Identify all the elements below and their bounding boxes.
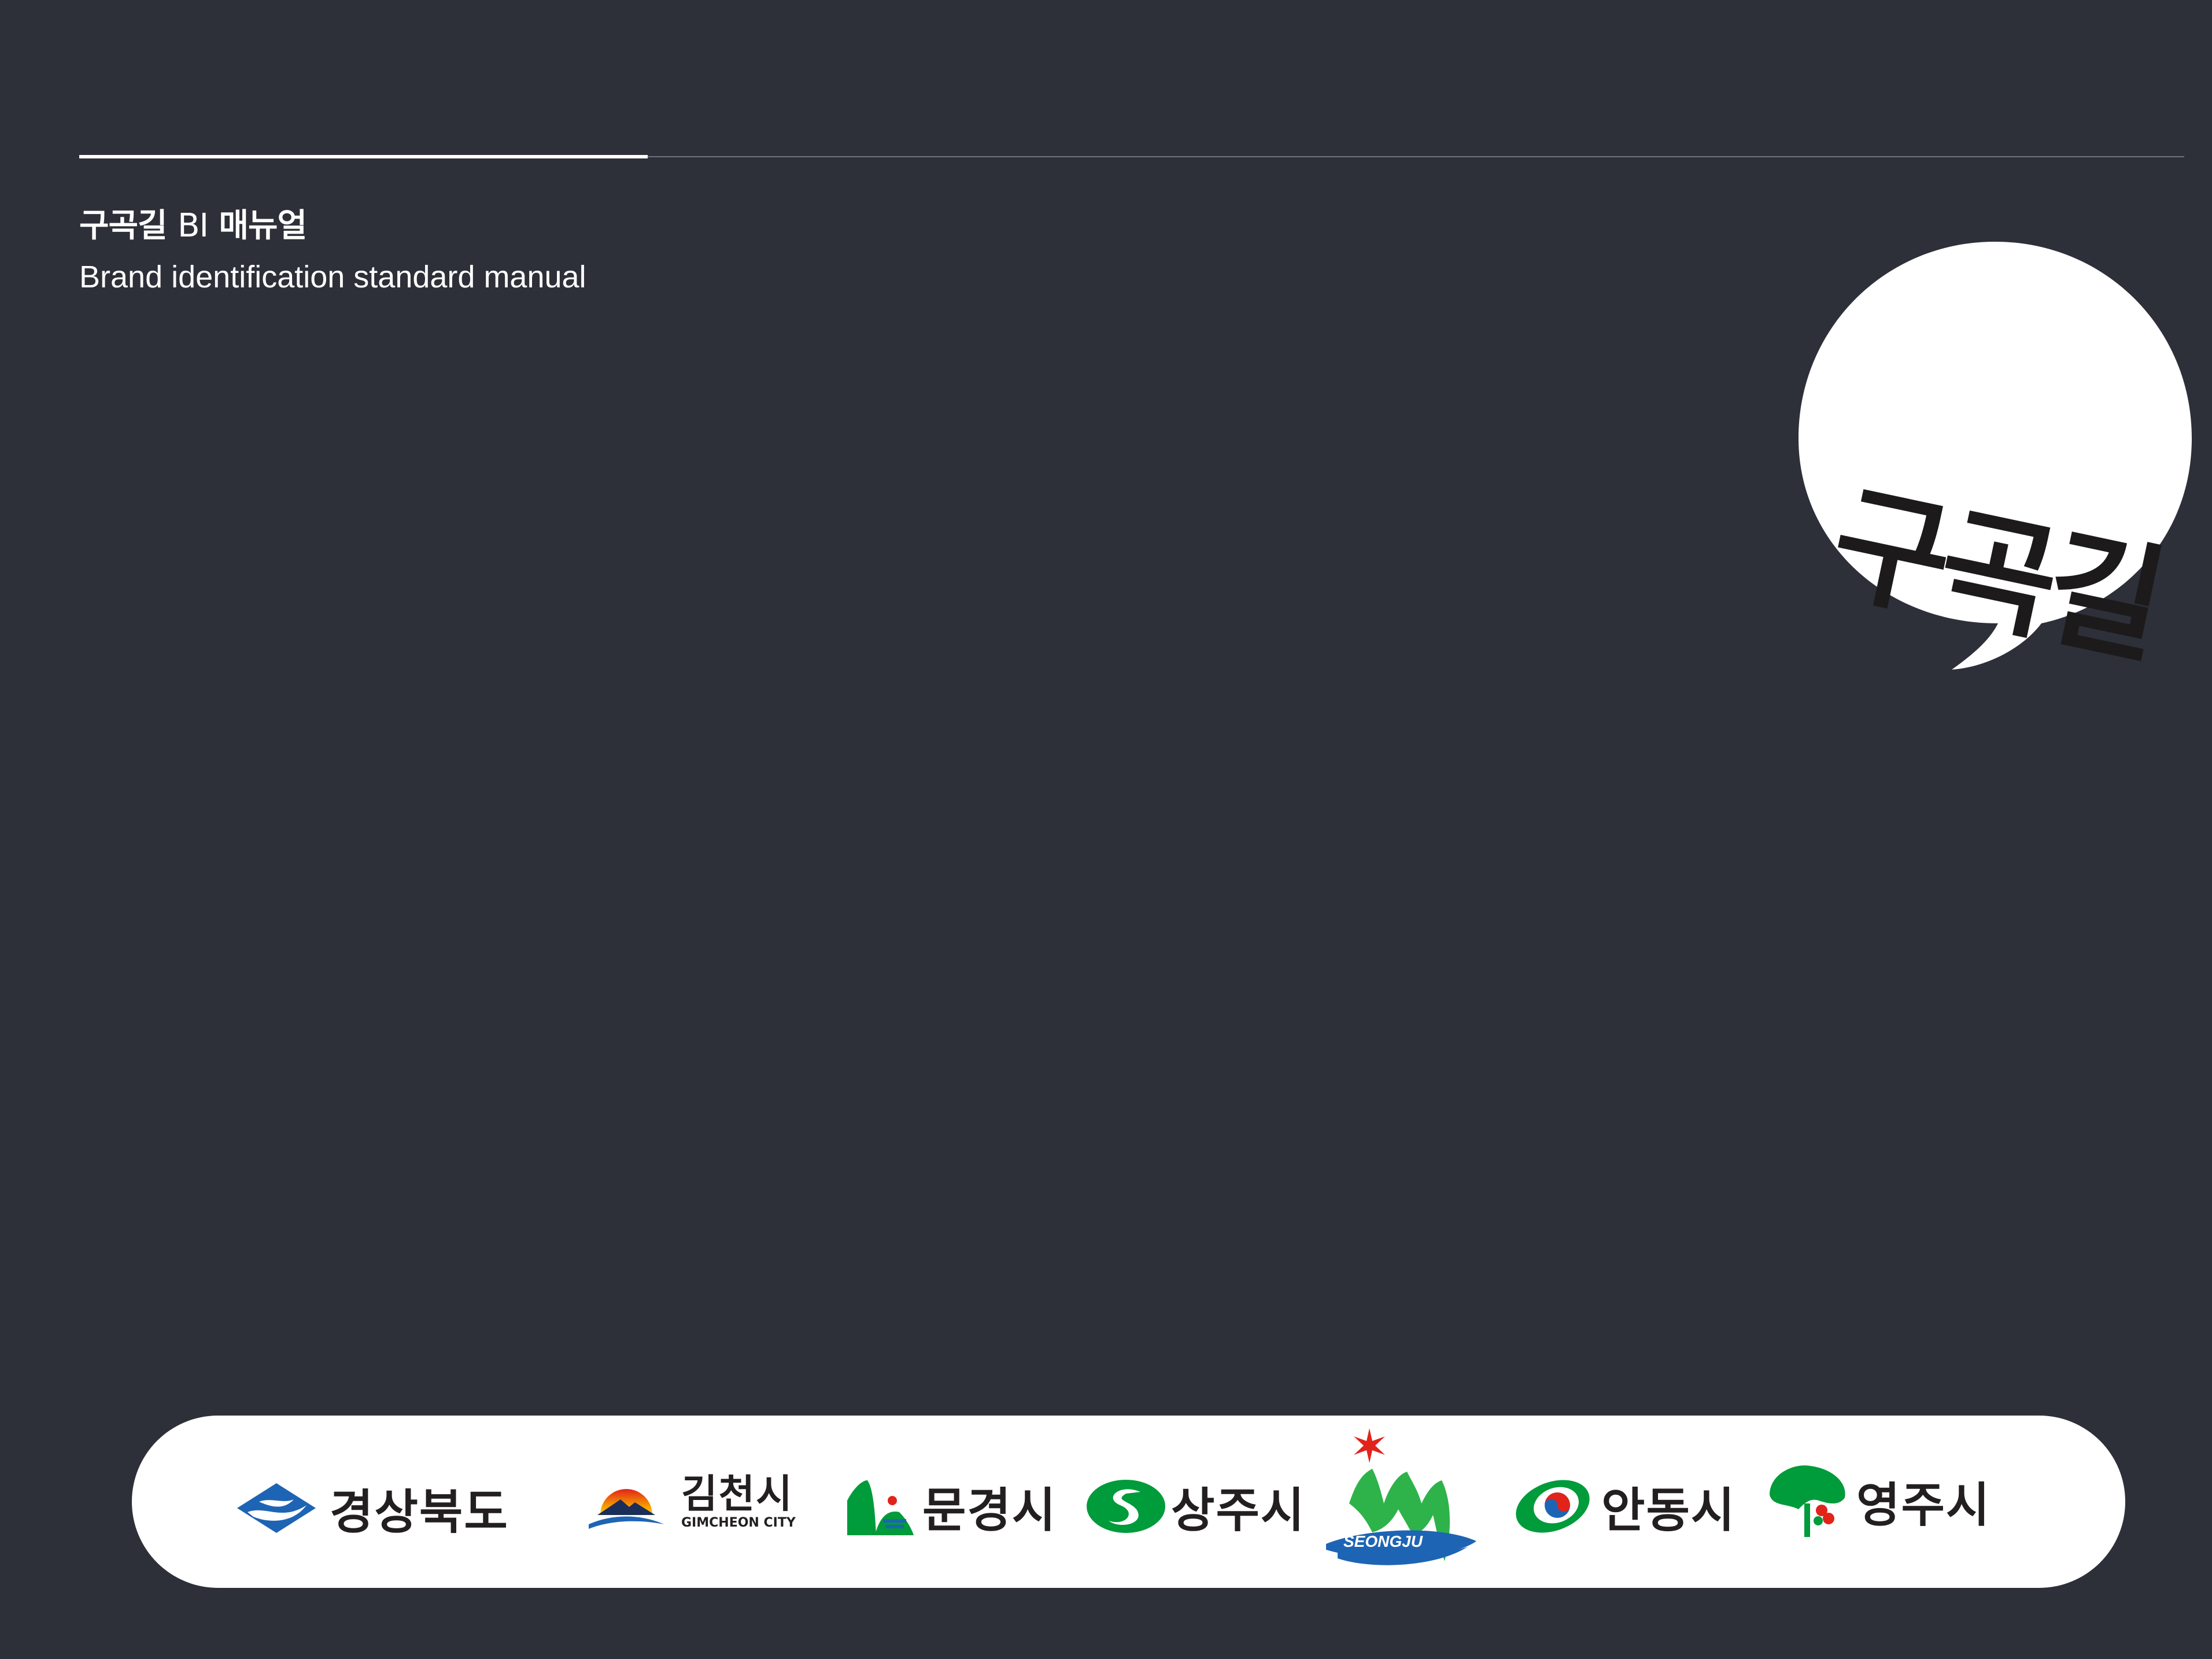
logo-andong-text: 안동시 <box>1601 1483 1736 1538</box>
logo-andong: 안동시 <box>1512 1472 1735 1540</box>
logo-mungyeong: 문경시 <box>847 1472 1057 1540</box>
logo-sangju: 상주시 <box>1085 1472 1305 1540</box>
yeongju-tree-icon <box>1770 1465 1845 1537</box>
page-title: 구곡길 BI 매뉴얼 <box>79 199 307 246</box>
logo-seongju: SEONGJU <box>1320 1428 1482 1579</box>
logo-gyeongbuk-text: 경상북도 <box>330 1485 509 1540</box>
logo-mungyeong-text: 문경시 <box>922 1483 1057 1538</box>
title-manual: 매뉴얼 <box>208 207 307 245</box>
logo-gyeongbuk: 경상북도 <box>236 1473 509 1542</box>
andong-emblem-icon <box>1516 1480 1590 1532</box>
logo-yeongju: 영주시 <box>1764 1463 1991 1538</box>
title-korean: 구곡길 <box>79 207 178 245</box>
logo-gimcheon: 김천시 GIMCHEON CITY <box>589 1473 796 1531</box>
sangju-s-emblem-icon <box>1087 1479 1165 1533</box>
logo-seongju-text: SEONGJU <box>1343 1532 1423 1550</box>
logo-sangju-text: 상주시 <box>1171 1483 1306 1538</box>
page-subtitle: Brand identification standard manual <box>79 260 586 294</box>
logo-yeongju-text: 영주시 <box>1856 1477 1991 1533</box>
header-rule-accent <box>79 155 648 158</box>
gyeongbuk-emblem-icon <box>237 1483 316 1533</box>
gimcheon-sun-mountain-icon <box>589 1489 664 1529</box>
logo-gimcheon-en: GIMCHEON CITY <box>681 1516 796 1530</box>
logo-gimcheon-text: 김천시 <box>681 1472 793 1517</box>
seongju-emblem-icon: SEONGJU <box>1326 1428 1476 1565</box>
mungyeong-mountain-icon <box>847 1480 914 1535</box>
title-bi: BI <box>178 207 209 245</box>
